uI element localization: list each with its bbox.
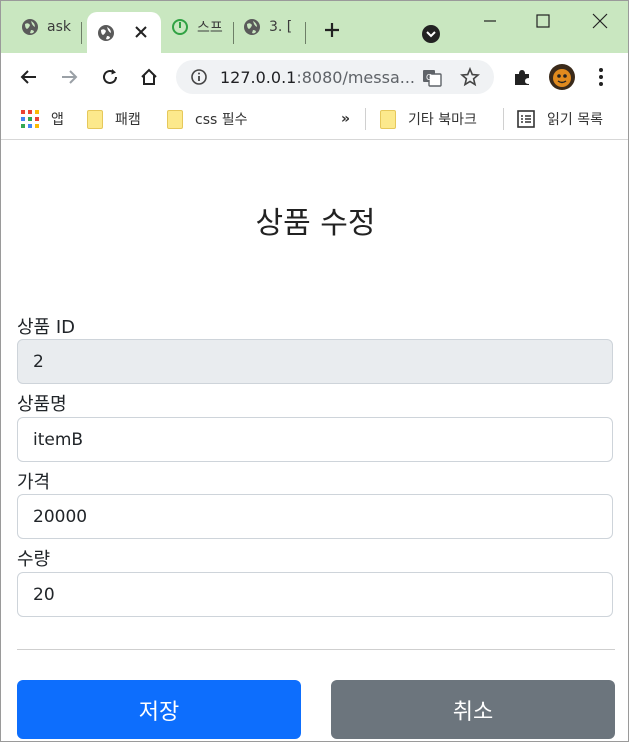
bookmarks-bar: 앱 패캠 css 필수 » 기타 북마크 읽기 목록: [1, 101, 628, 140]
bookmark-folder[interactable]: 패캠: [87, 108, 141, 130]
tab-label: 스프: [197, 20, 223, 36]
folder-icon: [380, 109, 396, 129]
tab-ask[interactable]: ask: [21, 1, 71, 53]
star-icon[interactable]: [460, 67, 480, 87]
globe-icon: [22, 19, 38, 35]
close-icon[interactable]: [134, 25, 148, 39]
tab-active[interactable]: [87, 12, 161, 53]
window-close-icon[interactable]: [590, 11, 610, 31]
field-label: 상품명: [17, 394, 67, 415]
divider: [17, 649, 615, 650]
url-text: 127.0.0.1:8080/messa...: [220, 68, 415, 87]
maximize-icon[interactable]: [533, 11, 553, 31]
field-value: 20: [33, 584, 55, 605]
address-bar[interactable]: 127.0.0.1:8080/messa... G: [176, 60, 494, 94]
page-content: 상품 수정 상품 ID 2 상품명 itemB 가격 20000 수량 20 저…: [1, 140, 628, 741]
reading-list[interactable]: 읽기 목록: [517, 108, 603, 130]
field-label: 가격: [17, 472, 51, 493]
forward-icon[interactable]: [57, 65, 81, 89]
tab-label: 3. [: [269, 19, 293, 35]
browser-window: ask 스프 3. [127.0.0.1:8080/messa... G 앱 …: [0, 0, 629, 742]
globe-icon: [244, 19, 260, 35]
field-label: 상품 ID: [17, 317, 76, 338]
bookmark-label: 기타 북마크: [408, 112, 477, 128]
save-button[interactable]: 저장: [17, 680, 301, 739]
field-label: 수량: [17, 549, 51, 570]
svg-text:G: G: [426, 73, 432, 82]
reading-list-icon: [517, 110, 535, 128]
info-icon[interactable]: [190, 68, 208, 86]
folder-icon: [167, 109, 183, 129]
folder-icon: [87, 109, 103, 129]
power-icon: [172, 19, 188, 35]
bookmark-other[interactable]: 기타 북마크: [380, 108, 477, 130]
page-title: 상품 수정: [255, 206, 376, 241]
menu-icon[interactable]: [589, 65, 613, 89]
bookmark-label: 읽기 목록: [547, 112, 603, 128]
field-value: 2: [33, 351, 44, 372]
field-value: 20000: [33, 506, 88, 527]
extensions-icon[interactable]: [510, 65, 534, 89]
price-field[interactable]: 20000: [17, 494, 613, 539]
reload-icon[interactable]: [98, 65, 122, 89]
cancel-button[interactable]: 취소: [331, 680, 615, 739]
globe-icon: [98, 24, 114, 41]
url-host: 127.0.0.1: [220, 68, 297, 87]
back-icon[interactable]: [17, 65, 41, 89]
item-id-field[interactable]: 2: [17, 339, 613, 384]
tab-spring[interactable]: 스프: [171, 1, 223, 53]
translate-icon[interactable]: G: [422, 68, 442, 88]
tab-3[interactable]: 3. [: [243, 1, 292, 53]
field-value: itemB: [33, 429, 84, 450]
bookmark-label: 패캠: [115, 112, 141, 128]
quantity-field[interactable]: 20: [17, 572, 613, 617]
tab-label: ask: [47, 19, 71, 35]
browser-toolbar: 127.0.0.1:8080/messa... G: [1, 53, 628, 101]
overflow-chevron-icon: »: [341, 111, 351, 127]
bookmark-apps[interactable]: 앱: [21, 108, 64, 130]
avatar[interactable]: [548, 63, 576, 91]
bookmark-label: css 필수: [195, 112, 248, 128]
url-path: :8080/messa...: [296, 68, 416, 87]
home-icon[interactable]: [137, 65, 161, 89]
apps-grid-icon: [21, 110, 39, 128]
tab-search-icon[interactable]: [422, 25, 440, 43]
new-tab-icon[interactable]: [323, 21, 341, 44]
bookmarks-overflow-button[interactable]: »: [341, 108, 350, 130]
bookmark-folder[interactable]: css 필수: [167, 108, 248, 130]
bookmark-label: 앱: [51, 112, 64, 128]
item-name-field[interactable]: itemB: [17, 417, 613, 462]
minimize-icon[interactable]: [480, 11, 500, 31]
tab-strip: ask 스프 3. [: [1, 1, 628, 53]
